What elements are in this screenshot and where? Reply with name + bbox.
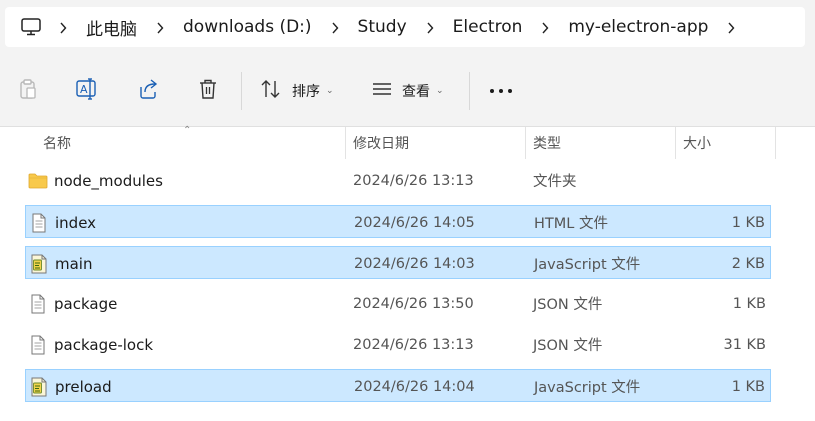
chevron-down-icon: ⌄ bbox=[436, 86, 444, 96]
column-header-date[interactable]: 修改日期 bbox=[353, 127, 409, 159]
file-type: JSON 文件 bbox=[533, 338, 603, 354]
paste-icon bbox=[18, 78, 38, 104]
file-row[interactable]: node_modules 2024/6/26 13:13 文件夹 bbox=[25, 164, 771, 197]
file-name: main bbox=[55, 254, 93, 273]
breadcrumb-my-electron-app[interactable]: my-electron-app bbox=[558, 17, 718, 37]
file-name: preload bbox=[55, 377, 112, 396]
view-dropdown[interactable]: 查看 ⌄ bbox=[372, 74, 444, 108]
column-divider[interactable] bbox=[345, 127, 346, 159]
this-pc-icon[interactable] bbox=[20, 16, 42, 38]
file-row[interactable]: index 2024/6/26 14:05 HTML 文件 1 KB bbox=[25, 205, 771, 238]
rename-button[interactable]: A bbox=[71, 74, 105, 108]
file-date: 2024/6/26 13:13 bbox=[353, 336, 474, 353]
file-type: HTML 文件 bbox=[534, 216, 608, 232]
folder-icon bbox=[28, 171, 48, 191]
chevron-right-icon[interactable] bbox=[718, 18, 744, 36]
more-dot bbox=[499, 89, 503, 93]
file-date: 2024/6/26 14:03 bbox=[354, 255, 475, 272]
file-type: JavaScript 文件 bbox=[534, 380, 641, 396]
file-size: 1 KB bbox=[731, 378, 765, 395]
file-name: package-lock bbox=[54, 335, 154, 354]
file-row[interactable]: package 2024/6/26 13:50 JSON 文件 1 KB bbox=[25, 287, 771, 320]
column-header-size[interactable]: 大小 bbox=[683, 127, 711, 159]
delete-button[interactable] bbox=[191, 74, 225, 108]
more-dot bbox=[508, 89, 512, 93]
sort-label: 排序 bbox=[292, 84, 320, 100]
file-size: 1 KB bbox=[732, 295, 766, 312]
file-date: 2024/6/26 14:05 bbox=[354, 214, 475, 231]
rename-icon: A bbox=[76, 78, 100, 104]
chevron-right-icon[interactable] bbox=[147, 18, 173, 36]
address-bar-region: 此电脑 downloads (D:) Study Electron my-ele… bbox=[0, 0, 815, 58]
share-icon bbox=[137, 78, 159, 104]
document-icon bbox=[28, 335, 48, 355]
column-header-name[interactable]: 名称 bbox=[43, 127, 71, 159]
trash-icon bbox=[198, 78, 218, 104]
view-label: 查看 bbox=[402, 84, 430, 100]
address-bar[interactable]: 此电脑 downloads (D:) Study Electron my-ele… bbox=[5, 7, 805, 47]
document-icon bbox=[28, 294, 48, 314]
toolbar-divider bbox=[469, 72, 470, 110]
file-row[interactable]: preload 2024/6/26 14:04 JavaScript 文件 1 KB bbox=[25, 369, 771, 402]
sort-icon bbox=[260, 79, 282, 103]
file-name: index bbox=[55, 213, 97, 232]
sort-ascending-icon: ⌃ bbox=[183, 125, 192, 136]
file-row[interactable]: package-lock 2024/6/26 13:13 JSON 文件 31 KB bbox=[25, 328, 771, 361]
file-date: 2024/6/26 13:13 bbox=[353, 172, 474, 189]
file-name: node_modules bbox=[54, 171, 163, 190]
breadcrumb-electron[interactable]: Electron bbox=[443, 17, 533, 37]
script-icon bbox=[29, 254, 49, 274]
column-divider[interactable] bbox=[675, 127, 676, 159]
file-size: 2 KB bbox=[731, 255, 765, 272]
view-icon bbox=[372, 81, 392, 101]
share-button[interactable] bbox=[131, 74, 165, 108]
script-icon bbox=[29, 377, 49, 397]
column-header-type[interactable]: 类型 bbox=[533, 127, 561, 159]
svg-text:A: A bbox=[80, 83, 88, 96]
paste-button[interactable] bbox=[11, 74, 45, 108]
chevron-right-icon[interactable] bbox=[417, 18, 443, 36]
file-type: JSON 文件 bbox=[533, 297, 603, 313]
breadcrumb-study[interactable]: Study bbox=[348, 17, 417, 37]
chevron-right-icon[interactable] bbox=[532, 18, 558, 36]
more-dot bbox=[490, 89, 494, 93]
more-options-button[interactable] bbox=[487, 74, 515, 108]
column-header-row: ⌃ 名称 修改日期 类型 大小 bbox=[0, 125, 815, 159]
column-divider[interactable] bbox=[525, 127, 526, 159]
breadcrumb-downloads[interactable]: downloads (D:) bbox=[173, 17, 322, 37]
file-row[interactable]: main 2024/6/26 14:03 JavaScript 文件 2 KB bbox=[25, 246, 771, 279]
file-date: 2024/6/26 14:04 bbox=[354, 378, 475, 395]
chevron-right-icon[interactable] bbox=[50, 18, 76, 36]
chevron-down-icon: ⌄ bbox=[326, 86, 334, 96]
file-type: JavaScript 文件 bbox=[534, 257, 641, 273]
file-type: 文件夹 bbox=[533, 174, 577, 190]
breadcrumb-this-pc[interactable]: 此电脑 bbox=[76, 15, 147, 40]
sort-dropdown[interactable]: 排序 ⌄ bbox=[260, 74, 334, 108]
file-name: package bbox=[54, 294, 118, 313]
document-icon bbox=[29, 213, 49, 233]
file-size: 31 KB bbox=[723, 336, 766, 353]
chevron-right-icon[interactable] bbox=[322, 18, 348, 36]
column-divider[interactable] bbox=[775, 127, 776, 159]
file-date: 2024/6/26 13:50 bbox=[353, 295, 474, 312]
toolbar-divider bbox=[241, 72, 242, 110]
file-size: 1 KB bbox=[731, 214, 765, 231]
command-bar: A 排序 ⌄ 查看 ⌄ bbox=[0, 58, 815, 127]
